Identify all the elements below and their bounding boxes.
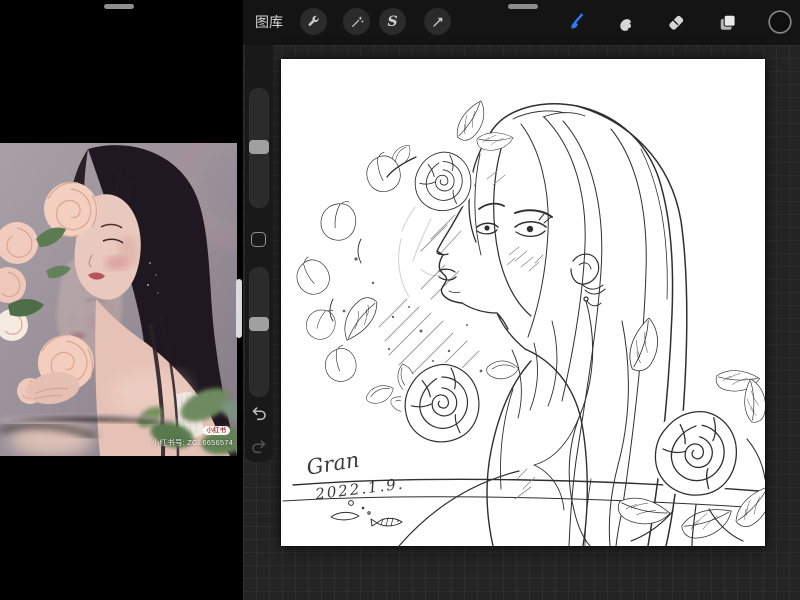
xiaohongshu-badge: 小红书: [202, 426, 230, 436]
selection-button[interactable]: S: [379, 8, 406, 35]
reference-photo-image: [0, 143, 237, 456]
selection-s-glyph: S: [387, 13, 398, 30]
xiaohongshu-id-watermark: 小红书号: ZGL6656574: [151, 438, 233, 447]
top-toolbar: 图库 S: [243, 0, 800, 45]
paintbrush-icon: [570, 13, 583, 28]
canvas-workspace[interactable]: Gran 2022.1.9.: [243, 45, 800, 600]
gallery-button[interactable]: 图库: [255, 0, 283, 45]
redo-arrow-icon: [252, 440, 266, 454]
wrench-icon: [308, 15, 319, 26]
adjustments-button[interactable]: [343, 8, 370, 35]
signature-name: Gran: [305, 448, 361, 480]
magic-wand-icon: [351, 16, 363, 27]
modify-button[interactable]: [251, 232, 266, 247]
drawing-ghost-sketch: [398, 206, 442, 298]
window-drag-handle-left[interactable]: [104, 4, 134, 9]
paint-tool-button[interactable]: [562, 9, 588, 35]
drawing-top-rose: [411, 100, 514, 214]
drawing-hatching: [378, 214, 480, 390]
layers-button[interactable]: [714, 9, 740, 35]
color-button[interactable]: [767, 9, 793, 35]
brush-sidebar: [245, 45, 273, 462]
current-color-swatch: [768, 10, 792, 34]
redo-button[interactable]: [248, 436, 270, 458]
drawing-body: [486, 312, 588, 546]
undo-button[interactable]: [248, 403, 270, 425]
reference-app-pane: 小红书 小红书号: ZGL6656574: [0, 0, 237, 600]
procreate-window: 图库 S Gran 2022.1.9.: [243, 0, 800, 600]
brush-size-slider-handle[interactable]: [249, 140, 269, 154]
line-art-drawing: Gran 2022.1.9.: [282, 100, 765, 546]
smudge-finger-icon: [619, 18, 631, 31]
smudge-tool-button[interactable]: [612, 9, 638, 35]
split-view-divider-handle[interactable]: [236, 279, 242, 338]
signature-date: 2022.1.9.: [313, 475, 405, 504]
eraser-icon: [668, 15, 683, 30]
drawing-canvas[interactable]: Gran 2022.1.9.: [281, 59, 765, 546]
window-drag-handle-right[interactable]: [508, 4, 538, 9]
transform-arrow-icon: [432, 17, 442, 27]
screen: 小红书 小红书号: ZGL6656574 图库 S Gran 2022.1.9.: [0, 0, 800, 600]
drawing-fish-doodle: [330, 500, 403, 527]
undo-arrow-icon: [252, 407, 266, 421]
transform-button[interactable]: [424, 8, 451, 35]
reference-photo: 小红书 小红书号: ZGL6656574: [0, 143, 237, 456]
drawing-corner-rose: [612, 317, 765, 546]
actions-button[interactable]: [300, 8, 327, 35]
layers-icon: [720, 14, 736, 30]
drawing-wreath: [288, 142, 417, 415]
erase-tool-button[interactable]: [662, 9, 688, 35]
drawing-bottom-rose: [389, 353, 521, 446]
brush-opacity-slider-handle[interactable]: [249, 317, 269, 331]
canvas-signature: Gran 2022.1.9.: [305, 448, 405, 504]
brush-opacity-slider[interactable]: [249, 267, 269, 397]
